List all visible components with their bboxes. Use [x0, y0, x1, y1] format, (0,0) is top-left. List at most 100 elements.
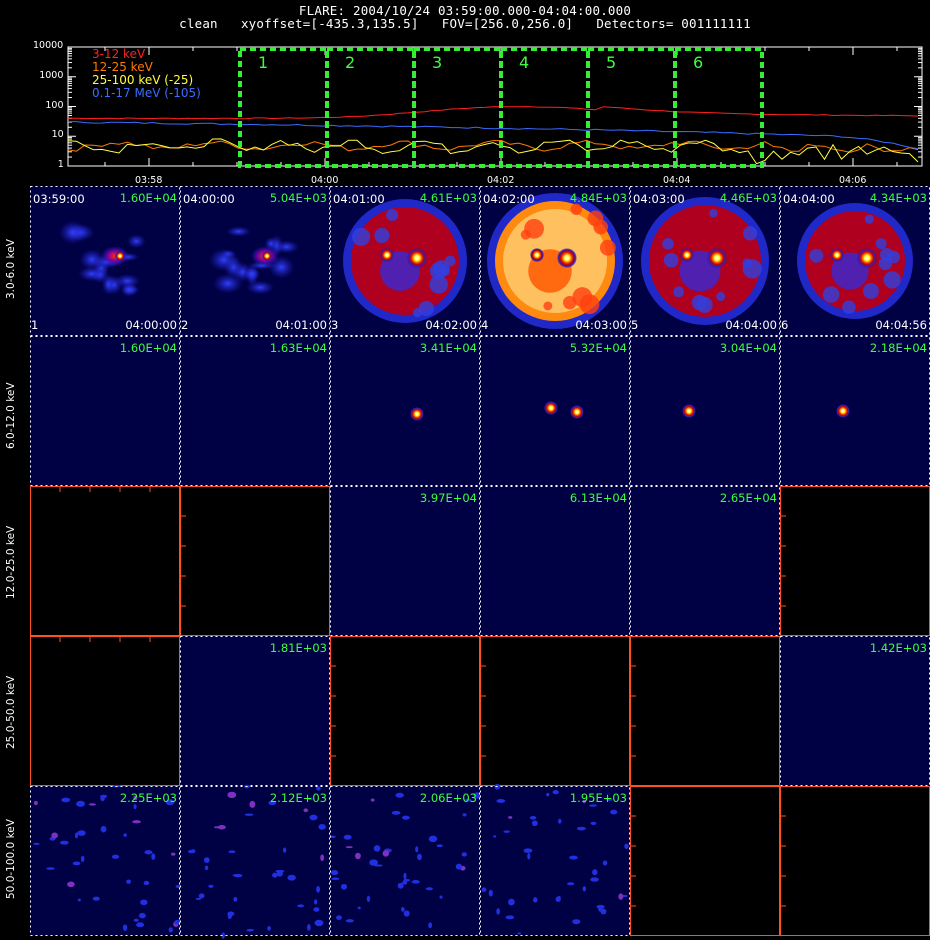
noise-speck — [496, 908, 500, 915]
noise-speck — [330, 870, 339, 876]
x-tick-label: 04:00 — [311, 175, 339, 186]
noise-speck — [313, 907, 320, 912]
disk-structure — [709, 208, 718, 218]
point-source — [544, 401, 558, 415]
interval-start: 04:02:00 — [483, 192, 535, 206]
image-cell — [780, 336, 930, 486]
image-background — [30, 786, 180, 936]
peak-value: 5.04E+03 — [269, 191, 327, 205]
noise-speck — [345, 846, 353, 849]
row-energy-label: 6.0-12.0 keV — [5, 382, 17, 449]
emission-patch — [226, 226, 251, 237]
image-cell — [30, 186, 180, 336]
noise-speck — [320, 854, 325, 862]
noise-speck — [111, 854, 120, 859]
image-cell — [780, 786, 930, 936]
noise-speck — [144, 850, 153, 855]
image-cell — [480, 783, 630, 936]
noise-speck — [136, 922, 145, 928]
peak-value: 1.63E+04 — [269, 341, 327, 355]
peak-value: 1.60E+04 — [119, 341, 177, 355]
image-cell — [30, 636, 180, 786]
disk-structure — [351, 227, 371, 246]
noise-speck — [168, 927, 173, 933]
noise-speck — [318, 823, 326, 830]
legend-entry-0: 3-12 keV — [92, 47, 146, 61]
noise-speck — [572, 919, 581, 925]
noise-speck — [331, 877, 340, 881]
image-background — [30, 636, 180, 786]
image-cell — [630, 336, 780, 486]
disk-structure — [878, 256, 893, 271]
disk-structure — [696, 296, 713, 313]
noise-speck — [309, 814, 318, 821]
time-window-label: 1 — [258, 53, 269, 72]
noise-speck — [307, 923, 311, 931]
emission-patch — [273, 240, 300, 254]
peak-value: 2.18E+04 — [869, 341, 927, 355]
disk-structure — [444, 255, 456, 267]
image-background — [780, 336, 930, 486]
noise-speck — [272, 872, 278, 878]
noise-speck — [100, 795, 105, 802]
disk-structure — [418, 300, 434, 317]
noise-speck — [287, 874, 296, 881]
image-cell — [330, 336, 480, 486]
noise-speck — [80, 855, 85, 863]
noise-speck — [208, 884, 214, 888]
peak-value: 5.32E+04 — [569, 341, 627, 355]
row-energy-label: 50.0-100.0 keV — [5, 819, 17, 899]
noise-speck — [555, 896, 561, 902]
image-cell — [180, 336, 330, 486]
noise-speck — [462, 813, 467, 817]
disk-structure — [862, 282, 879, 299]
noise-speck — [297, 904, 305, 908]
image-background — [630, 636, 780, 786]
noise-speck — [624, 843, 629, 849]
image-cell — [480, 186, 630, 336]
noise-speck — [517, 932, 522, 935]
image-cell — [30, 486, 180, 636]
emission-peak — [380, 248, 394, 262]
noise-speck — [576, 826, 586, 831]
panel-index: 3 — [331, 318, 339, 332]
interval-end: 04:04:00 — [725, 318, 777, 332]
emission-patch — [58, 220, 87, 245]
noise-speck — [341, 883, 347, 890]
y-tick-label: 1000 — [39, 69, 64, 81]
image-cell — [30, 336, 180, 486]
disk-structure — [743, 226, 758, 241]
noise-speck — [374, 864, 383, 867]
noise-speck — [439, 895, 443, 899]
noise-speck — [391, 810, 401, 815]
time-window-label: 4 — [519, 53, 530, 72]
noise-speck — [123, 833, 127, 837]
image-cell — [330, 636, 480, 786]
noise-speck — [233, 896, 238, 902]
noise-speck — [417, 853, 422, 861]
noise-speck — [59, 840, 69, 845]
interval-start: 04:01:00 — [333, 192, 385, 206]
noise-speck — [567, 882, 575, 886]
image-background — [630, 486, 780, 636]
peak-value: 1.95E+03 — [569, 791, 627, 805]
image-cell — [480, 636, 630, 786]
noise-speck — [508, 898, 515, 906]
noise-speck — [203, 857, 210, 863]
noise-speck — [355, 852, 361, 860]
row-energy-label: 12.0-25.0 keV — [5, 525, 17, 599]
panel-index: 2 — [181, 318, 189, 332]
noise-speck — [227, 911, 235, 916]
noise-speck — [493, 835, 497, 838]
noise-speck — [303, 808, 309, 813]
image-background — [480, 486, 630, 636]
emission-peak — [857, 248, 877, 268]
noise-speck — [213, 826, 220, 829]
point-source — [682, 404, 696, 418]
emission-peak — [530, 248, 544, 262]
noise-speck — [314, 899, 318, 905]
panel-index: 1 — [31, 318, 39, 332]
noise-speck — [488, 889, 493, 897]
time-window-label: 5 — [606, 53, 617, 72]
noise-speck — [336, 915, 342, 920]
